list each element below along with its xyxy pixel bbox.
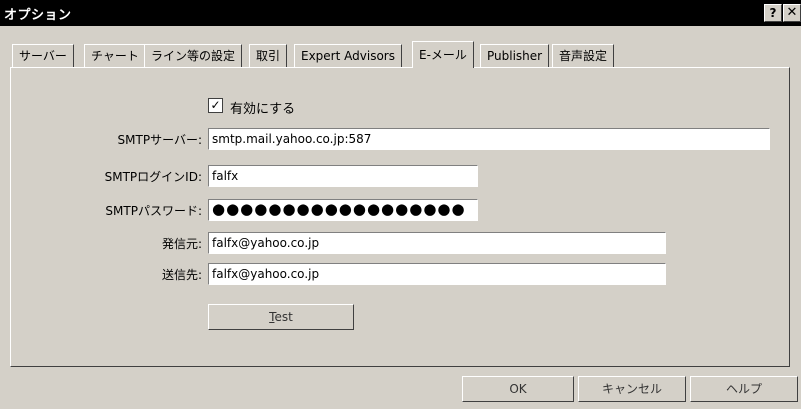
tab-email[interactable]: E-メール [412,41,474,68]
smtp-password-field[interactable]: ●●●●●●●●●●●●●●●●●● [208,199,478,221]
help-icon[interactable]: ? [764,4,782,22]
enable-checkbox[interactable]: ✓ [208,98,223,113]
close-icon[interactable]: ✕ [783,4,801,22]
to-field[interactable]: falfx@yahoo.co.jp [208,263,666,285]
smtp-login-field[interactable]: falfx [208,165,478,187]
from-field[interactable]: falfx@yahoo.co.jp [208,232,666,254]
smtp-login-label: SMTPログインID: [104,170,202,184]
tab-expert-advisors[interactable]: Expert Advisors [294,44,402,67]
tab-trade[interactable]: 取引 [249,44,288,67]
from-label: 発信元: [161,237,202,251]
test-button[interactable]: Test [208,304,354,330]
help-button[interactable]: ヘルプ [690,376,798,402]
enable-label: 有効にする [230,102,296,117]
ok-button[interactable]: OK [462,376,574,402]
smtp-server-field[interactable]: smtp.mail.yahoo.co.jp:587 [208,128,770,150]
tab-server[interactable]: サーバー [12,44,74,67]
smtp-password-label: SMTPパスワード: [105,204,202,218]
to-label: 送信先: [161,268,202,282]
tab-chart[interactable]: チャート [84,44,146,67]
test-button-label: est [274,310,293,324]
smtp-server-label: SMTPサーバー: [117,133,202,147]
window-title: オプション [4,8,72,23]
tab-line-settings[interactable]: ライン等の設定 [144,44,243,67]
tab-sound-settings[interactable]: 音声設定 [552,44,615,67]
cancel-button[interactable]: キャンセル [578,376,686,402]
tab-publisher[interactable]: Publisher [480,44,550,67]
title-bar: オプション ? ✕ [0,0,801,26]
